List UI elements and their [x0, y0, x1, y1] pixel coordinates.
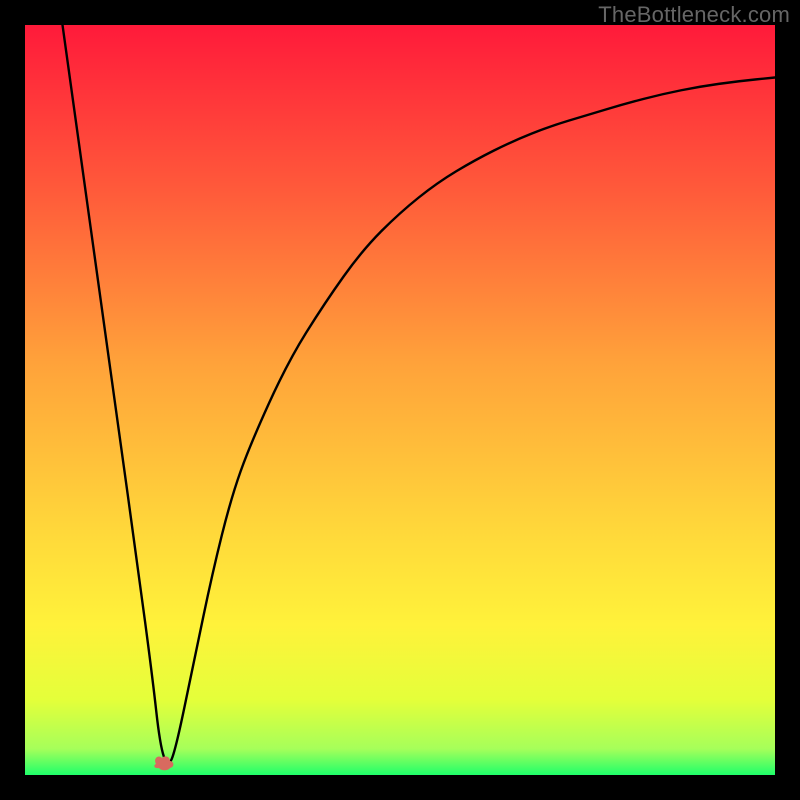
bottleneck-curve — [25, 25, 775, 775]
watermark-label: TheBottleneck.com — [598, 2, 790, 28]
plot-area — [25, 25, 775, 775]
chart-container: { "watermark": "TheBottleneck.com", "cha… — [0, 0, 800, 800]
